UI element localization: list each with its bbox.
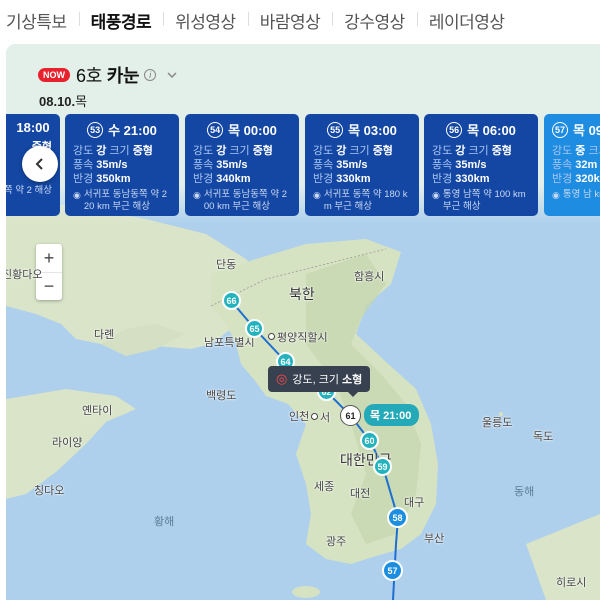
map-label: 라이양 [52, 437, 83, 449]
info-icon[interactable]: i [144, 69, 157, 81]
forecast-card[interactable]: 55 목 03:00 강도 강 크기 중형 풍속 35m/s 반경 330km ◉ 서귀포 … [305, 114, 419, 216]
map-label: 동해 [514, 486, 535, 498]
map-label: 다롄 [94, 329, 115, 341]
track-marker[interactable]: 65 [245, 319, 264, 338]
map-label: 히로시 [556, 577, 587, 589]
location-pin-icon: ◉ [432, 190, 440, 200]
forecast-card[interactable]: 56 목 06:00 강도 강 크기 중형 풍속 35m/s 반경 330km ◉ 통영 남… [424, 114, 538, 216]
location-pin-icon: ◉ [313, 190, 321, 200]
map-label: 단동 [216, 259, 237, 271]
tab-weather-warning[interactable]: 기상특보 [0, 8, 79, 33]
track-marker[interactable]: 58 [387, 507, 408, 528]
forecast-card[interactable]: 54 목 00:00 강도 강 크기 중형 풍속 35m/s 반경 340km ◉ 서귀포 … [185, 114, 299, 216]
tab-satellite[interactable]: 위성영상 [163, 8, 248, 33]
current-track-marker[interactable]: 61 [340, 405, 361, 426]
location-pin-icon: ◉ [73, 190, 81, 200]
map-label: 세종 [314, 481, 335, 493]
storm-date: 08.10.목 [39, 94, 88, 109]
map-label: 평양직할시 [268, 329, 328, 345]
chevron-down-icon[interactable] [166, 69, 178, 81]
map-label: 남포특별시 [204, 337, 255, 349]
map-label: 황해 [154, 516, 175, 528]
chevron-left-icon [35, 158, 43, 170]
map-label: 함흥시 [354, 271, 385, 283]
map-label: 독도 [533, 431, 554, 443]
track-marker[interactable]: 66 [222, 291, 241, 310]
storm-name[interactable]: 6호 카눈 [76, 62, 140, 88]
location-pin-icon: ◉ [552, 190, 560, 200]
location-pin-icon: ◉ [193, 190, 201, 200]
tab-precipitation[interactable]: 강수영상 [332, 8, 417, 33]
map-label: 인천 [289, 411, 310, 423]
typhoon-map[interactable]: NOW 6호 카눈 i 08.10.목 18:00 중형 s m 남동쪽 약 2… [6, 44, 600, 600]
map-label: 진황다오 [6, 269, 43, 281]
storm-title: NOW 6호 카눈 i [38, 62, 178, 88]
map-label: 옌타이 [82, 405, 113, 417]
map-label: 서 [311, 409, 330, 425]
now-badge: NOW [38, 68, 70, 82]
current-position-label: 목 21:00 [364, 404, 420, 426]
map-label: 대구 [404, 497, 425, 509]
previous-card-button[interactable] [22, 146, 58, 182]
forecast-card[interactable]: 53 수 21:00 강도 강 크기 중형 풍속 35m/s 반경 350km ◉ 서귀포 … [65, 114, 179, 216]
map-label: 백령도 [206, 390, 237, 402]
tab-radar[interactable]: 레이더영상 [416, 8, 517, 33]
map-label: 광주 [326, 536, 347, 548]
typhoon-icon: ◎ [276, 371, 288, 386]
typhoon-tooltip: ◎ 강도, 크기 소형 [268, 366, 371, 397]
map-label: 대전 [350, 488, 371, 500]
map-label: 울릉도 [482, 417, 513, 429]
track-marker[interactable]: 57 [382, 560, 403, 581]
tab-wind[interactable]: 바람영상 [247, 8, 333, 33]
category-tabs: 기상특보 태풍경로 위성영상 바람영상 강수영상 레이더영상 [0, 0, 600, 40]
track-marker[interactable]: 60 [360, 431, 379, 450]
tab-typhoon-track[interactable]: 태풍경로 [78, 8, 164, 33]
map-label: 북한 [289, 286, 315, 302]
map-label: 부산 [424, 533, 445, 545]
track-marker[interactable]: 59 [373, 457, 392, 476]
map-label: 칭다오 [34, 485, 65, 497]
forecast-card-current[interactable]: 57목 09:00 강도중 크기중 풍속32m 반경320k ◉통영 남 km … [544, 114, 600, 216]
typhoon-header: NOW 6호 카눈 i 08.10.목 18:00 중형 s m 남동쪽 약 2… [6, 44, 600, 224]
